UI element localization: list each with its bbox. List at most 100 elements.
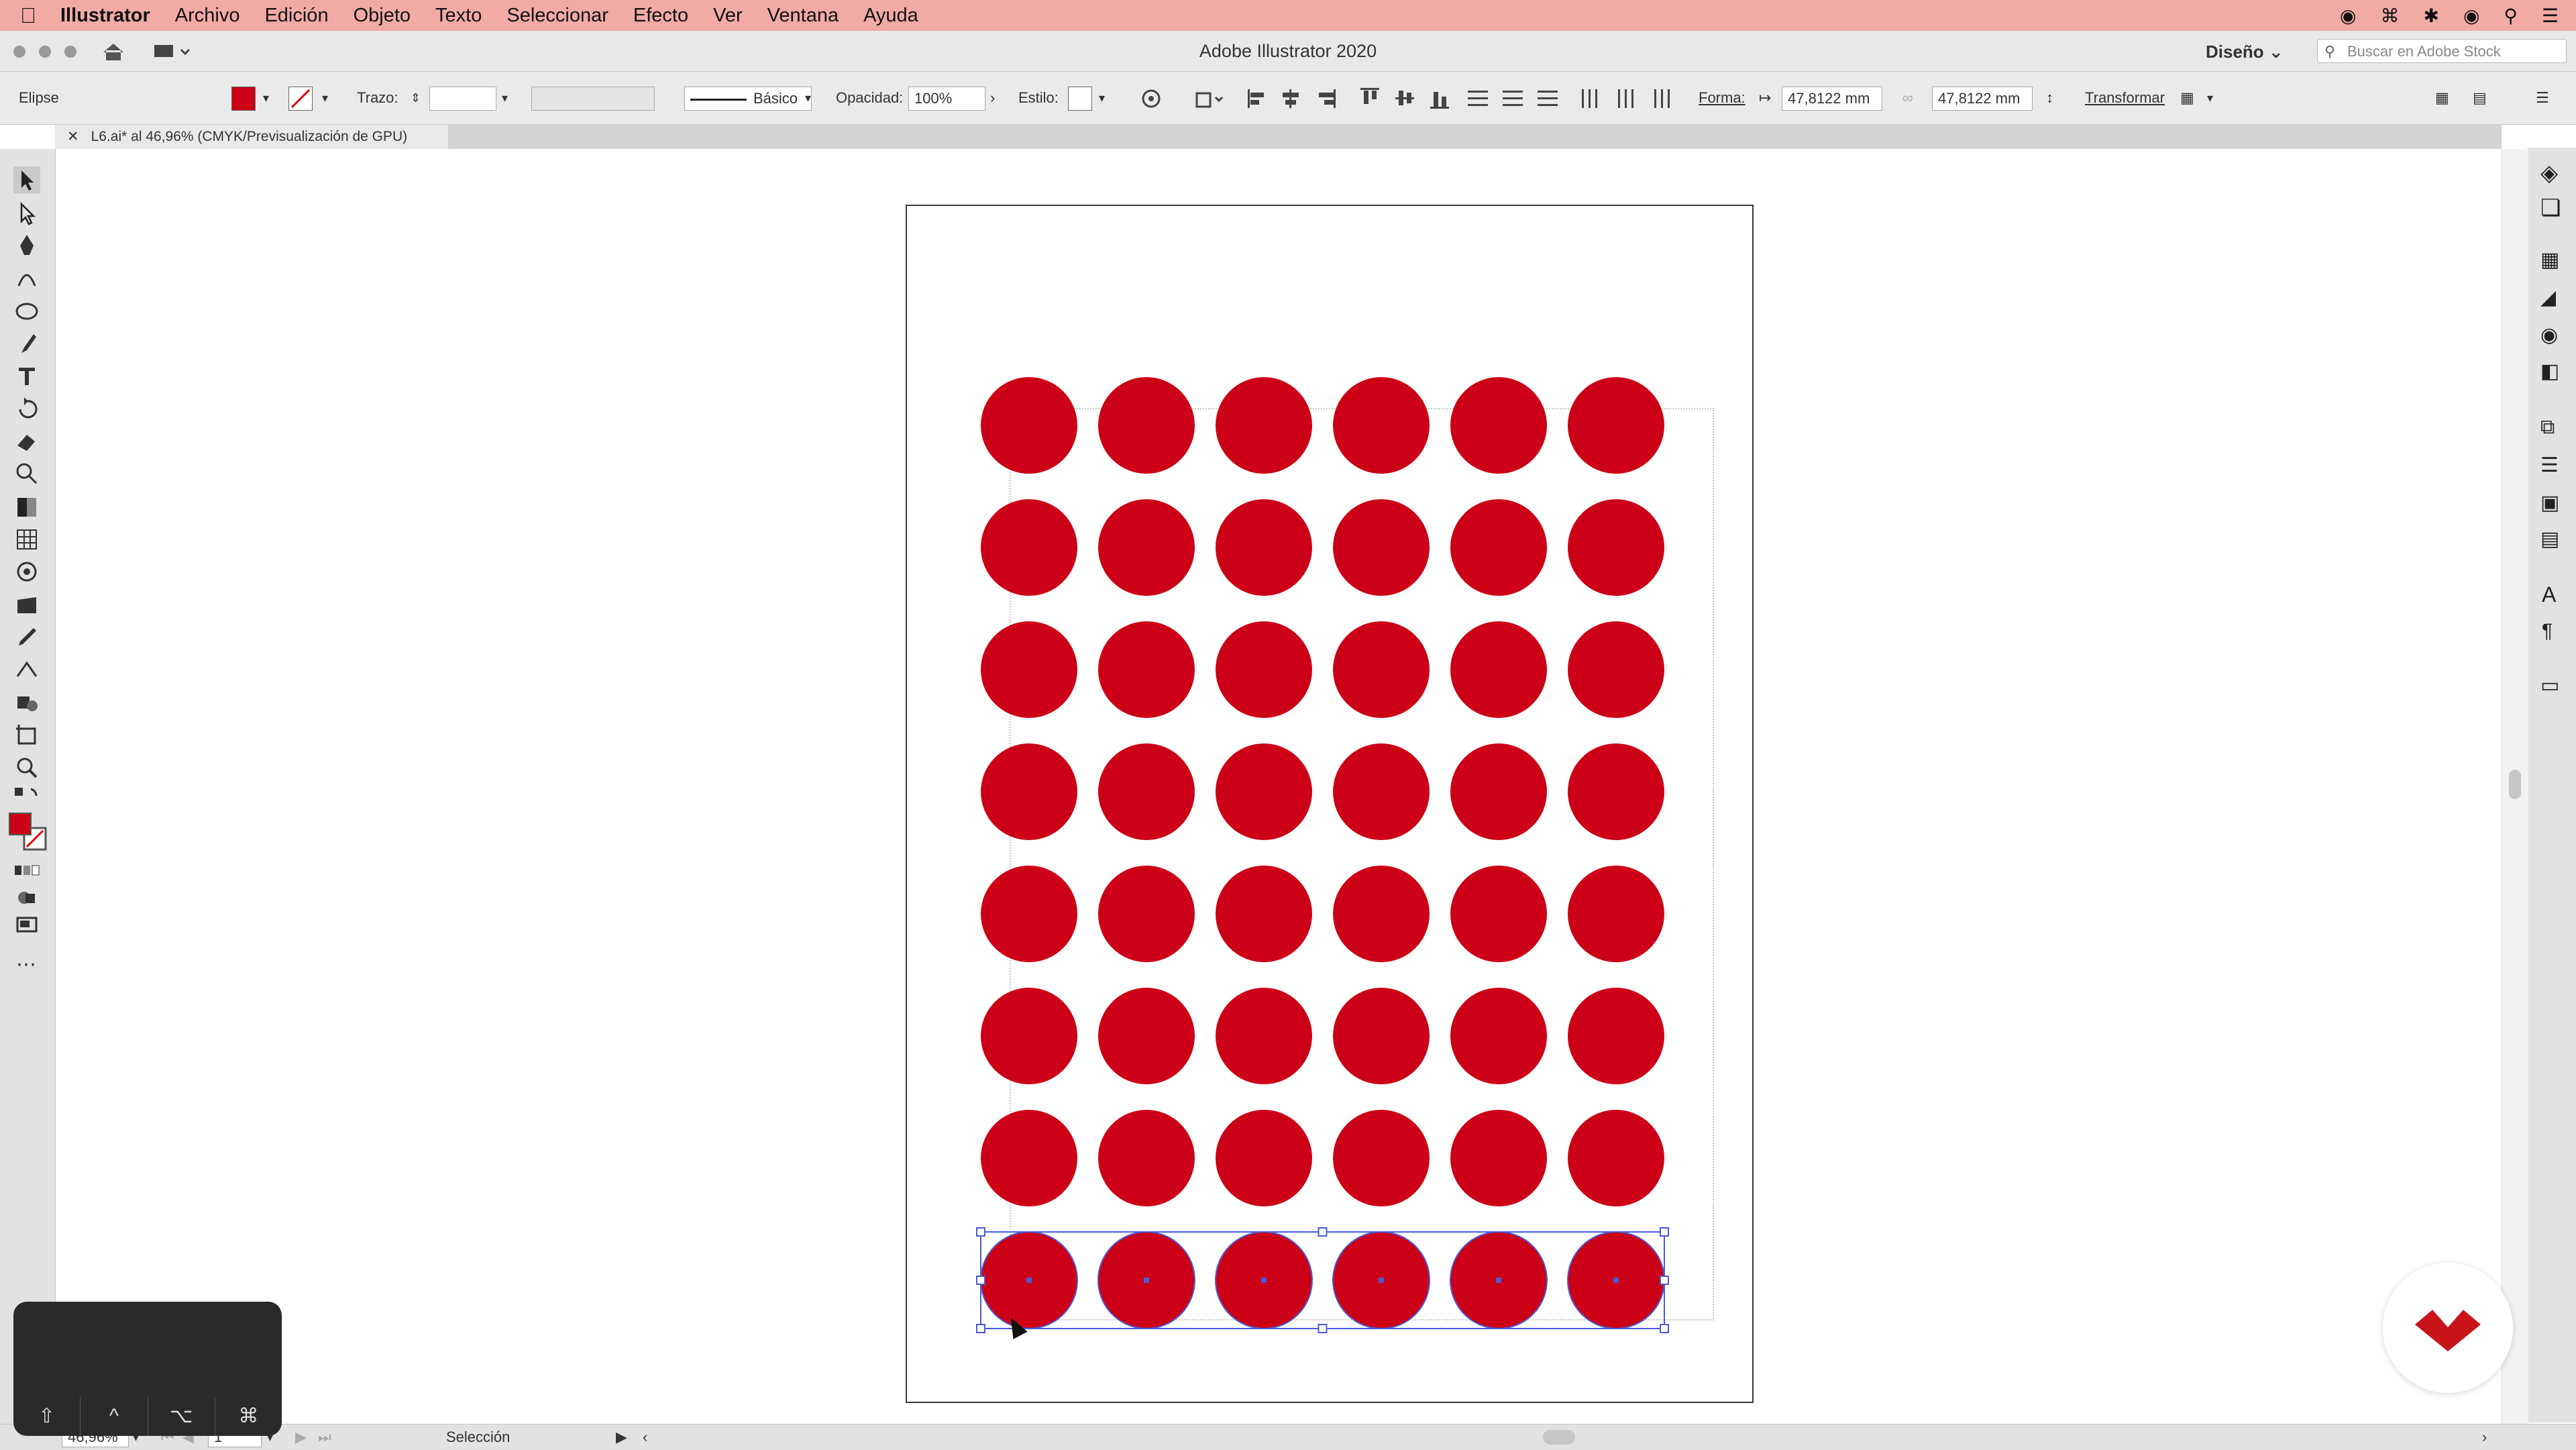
horizontal-scroll-thumb[interactable] <box>1543 1430 1575 1445</box>
brush-dropdown-icon[interactable]: ▾ <box>805 72 811 124</box>
stroke-swatch[interactable] <box>288 87 313 111</box>
shift-key: ⇧ <box>13 1397 81 1436</box>
fill-swatch[interactable] <box>231 87 256 111</box>
close-tab-icon[interactable]: ✕ <box>67 129 79 144</box>
style-dropdown-icon[interactable]: ▾ <box>1099 72 1105 124</box>
edit-toolbar-icon[interactable]: ⋯ <box>16 953 36 976</box>
stroke-stepper-icon[interactable]: ⇕ <box>411 72 421 124</box>
menu-ver[interactable]: Ver <box>713 5 743 27</box>
graph-tool-icon[interactable] <box>13 592 40 619</box>
align-to-icon[interactable] <box>1194 88 1226 109</box>
rotate-tool-icon[interactable] <box>13 396 40 423</box>
gradient-panel-icon[interactable]: ◧ <box>2540 360 2559 383</box>
brush-definition-field[interactable]: Básico <box>684 87 812 111</box>
command-icon[interactable]: ⌘ <box>2380 5 2399 27</box>
pen-tool-icon[interactable] <box>13 232 40 259</box>
color-panel-icon[interactable]: ◉ <box>2540 323 2558 347</box>
layers-panel-icon[interactable]: ◈ <box>2540 160 2558 187</box>
isolate-icon[interactable]: ▦ <box>2180 72 2194 124</box>
width-icon: ↦ <box>1759 89 1772 106</box>
drawing-modes-icon[interactable] <box>13 884 40 911</box>
wifi-icon[interactable]: ◉ <box>2463 5 2479 27</box>
mesh-tool-icon[interactable] <box>13 526 40 553</box>
window-title: Adobe Illustrator 2020 <box>1199 41 1377 61</box>
menu-ventana[interactable]: Ventana <box>767 5 839 27</box>
workspace-switcher[interactable]: Diseño ⌄ <box>2206 42 2284 62</box>
character-panel-icon[interactable]: A <box>2542 582 2556 607</box>
fill-stroke-swatches[interactable] <box>7 811 48 852</box>
transform-label[interactable]: Transformar <box>2085 72 2165 124</box>
transform-panel-icon[interactable]: ▣ <box>2540 491 2559 515</box>
next-artboard-icon[interactable]: ▶ <box>295 1425 307 1450</box>
paintbrush-tool-icon[interactable] <box>13 330 40 357</box>
menu-archivo[interactable]: Archivo <box>175 5 240 27</box>
scroll-right-icon[interactable]: › <box>2482 1425 2487 1450</box>
distribute-icon[interactable]: ▤ <box>2473 72 2487 124</box>
bluetooth-icon[interactable]: ✱ <box>2423 5 2438 27</box>
zoom-tool-icon[interactable] <box>13 754 40 781</box>
default-colors-icon[interactable] <box>13 786 40 813</box>
search-icon[interactable]: ⚲ <box>2504 5 2518 27</box>
direct-selection-tool-icon[interactable] <box>13 200 40 227</box>
selection-tool-icon[interactable] <box>13 166 40 193</box>
color-mode-icon[interactable] <box>13 858 40 884</box>
shape-builder-tool-icon[interactable] <box>13 460 40 487</box>
swatches-panel-icon[interactable]: ▦ <box>2540 248 2559 272</box>
curvature-tool-icon[interactable] <box>13 264 40 291</box>
menu-edicion[interactable]: Edición <box>264 5 328 27</box>
menu-efecto[interactable]: Efecto <box>633 5 688 27</box>
ellipse-tool-icon[interactable] <box>13 298 40 325</box>
menu-seleccionar[interactable]: Seleccionar <box>506 5 608 27</box>
appearance-panel-icon[interactable]: ⧉ <box>2540 416 2555 439</box>
align-panel-icon[interactable]: ▤ <box>2540 527 2559 551</box>
menu-app[interactable]: Illustrator <box>60 5 150 27</box>
last-artboard-icon[interactable]: ⏭ <box>318 1425 331 1450</box>
blend-tool-icon[interactable] <box>13 656 40 683</box>
menu-texto[interactable]: Texto <box>435 5 482 27</box>
artboard-tool-icon[interactable] <box>13 722 40 749</box>
vertical-scroll-thumb[interactable] <box>2509 770 2521 799</box>
width-input[interactable]: 47,8122 mm <box>1782 87 1882 111</box>
stroke-panel-icon[interactable]: ☰ <box>2540 454 2559 477</box>
arrange-icon[interactable]: ▦ <box>2435 72 2449 124</box>
control-center-icon[interactable]: ☰ <box>2542 5 2559 27</box>
live-paint-tool-icon[interactable] <box>13 690 40 717</box>
eyedropper-tool-icon[interactable] <box>13 624 40 651</box>
graphic-style-swatch[interactable] <box>1068 87 1092 111</box>
opacity-expand-icon[interactable]: › <box>990 72 995 124</box>
constrain-proportions-icon[interactable]: ∞ <box>1902 72 1913 124</box>
stroke-weight-input[interactable] <box>429 87 496 111</box>
height-icon: ↕ <box>2046 89 2053 106</box>
color-guide-panel-icon[interactable]: ◢ <box>2540 286 2556 309</box>
opacity-input[interactable]: 100% <box>908 87 985 111</box>
stock-search-input[interactable]: ⚲ Buscar en Adobe Stock <box>2317 39 2567 63</box>
isolate-dropdown-icon[interactable]: ▾ <box>2207 72 2213 124</box>
record-icon[interactable]: ◉ <box>2340 5 2356 27</box>
menu-bar:  Illustrator Archivo Edición Objeto Tex… <box>0 0 2576 31</box>
height-input[interactable]: 47,8122 mm <box>1932 87 2033 111</box>
apple-icon[interactable]:  <box>20 3 60 28</box>
document-tab[interactable]: ✕ L6.ai* al 46,96% (CMYK/Previsualización… <box>55 125 448 149</box>
scroll-left-icon[interactable]: ‹ <box>643 1425 647 1450</box>
recolor-artwork-icon[interactable] <box>1140 88 1162 109</box>
fill-dropdown-icon[interactable]: ▾ <box>263 72 269 124</box>
menu-ayuda[interactable]: Ayuda <box>863 5 918 27</box>
properties-panel-icon[interactable]: ▭ <box>2540 674 2559 697</box>
align-distribute-icons[interactable] <box>1246 87 1716 111</box>
gradient-tool-icon[interactable] <box>13 494 40 521</box>
libraries-panel-icon[interactable]: ❏ <box>2540 195 2561 221</box>
paragraph-panel-icon[interactable]: ¶ <box>2542 620 2553 643</box>
status-bar: 46,96% ▾ ⏮ ◀ 1 ▾ ▶ ⏭ Selección ▶ ‹ › <box>0 1424 2576 1450</box>
type-tool-icon[interactable] <box>13 362 40 389</box>
eraser-tool-icon[interactable] <box>13 428 40 455</box>
variable-width-input[interactable] <box>531 87 655 111</box>
stroke-weight-dropdown-icon[interactable]: ▾ <box>502 72 508 124</box>
shape-label[interactable]: Forma: <box>1699 72 1746 124</box>
symbol-sprayer-tool-icon[interactable] <box>13 558 40 585</box>
menu-objeto[interactable]: Objeto <box>354 5 411 27</box>
screen-mode-icon[interactable] <box>13 911 40 938</box>
status-menu-icon[interactable]: ▶ <box>616 1425 627 1450</box>
stroke-dropdown-icon[interactable]: ▾ <box>322 72 328 124</box>
panel-menu-icon[interactable]: ☰ <box>2536 72 2549 124</box>
vertical-scrollbar[interactable] <box>2502 149 2528 1424</box>
